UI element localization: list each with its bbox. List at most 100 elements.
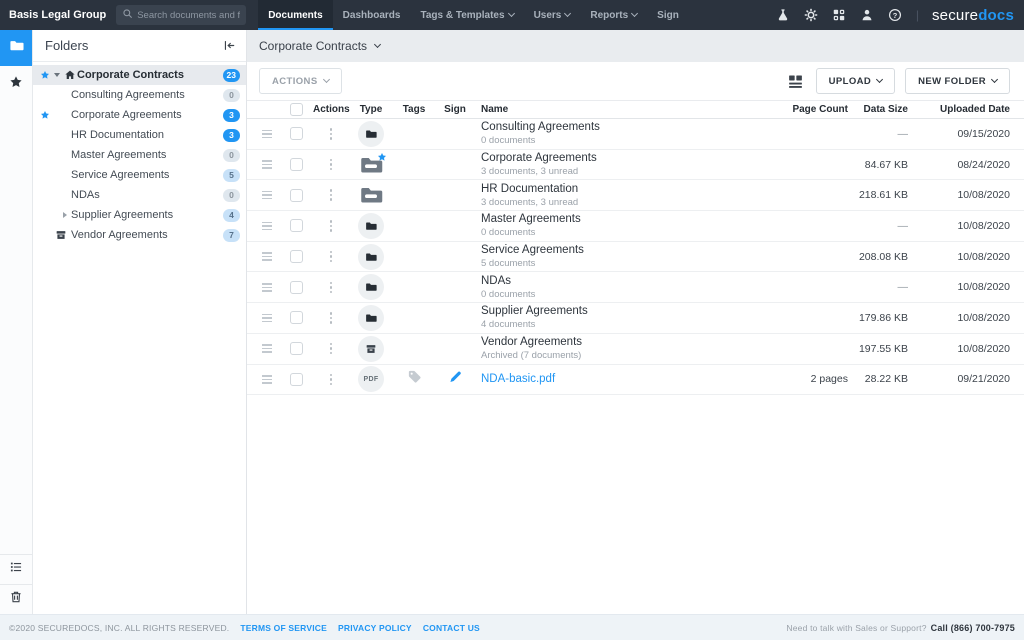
nav-item-documents[interactable]: Documents [258, 0, 332, 30]
sign-pen-icon[interactable] [448, 369, 463, 389]
caret-down-icon[interactable] [51, 73, 62, 77]
chevron-down-icon [374, 41, 381, 48]
row-actions-menu-icon[interactable] [327, 309, 336, 327]
row-subtitle: 5 documents [481, 258, 758, 269]
upload-button[interactable]: UPLOAD [816, 68, 896, 94]
trash-icon [9, 590, 23, 609]
table-row: Master Agreements0 documents—10/08/2020 [247, 211, 1024, 242]
nav-item-sign[interactable]: Sign [647, 0, 689, 30]
breadcrumb[interactable]: Corporate Contracts [247, 30, 1024, 62]
folder-tree: Corporate Contracts23Consulting Agreemen… [33, 62, 246, 245]
folder-tree-item[interactable]: Supplier Agreements4 [33, 205, 246, 225]
row-checkbox[interactable] [290, 311, 303, 324]
row-actions-menu-icon[interactable] [327, 279, 336, 297]
folder-tree-item[interactable]: Vendor Agreements7 [33, 225, 246, 245]
drag-handle-icon[interactable] [262, 222, 272, 231]
row-data-size: 208.08 KB [848, 251, 908, 263]
column-header-tags: Tags [393, 104, 435, 115]
archive-icon [358, 336, 384, 362]
drag-handle-icon[interactable] [262, 344, 272, 353]
star-icon [39, 70, 51, 80]
row-uploaded-date: 08/24/2020 [908, 159, 1010, 171]
folder-tree-item[interactable]: Master Agreements0 [33, 145, 246, 165]
help-icon[interactable]: ? [888, 8, 903, 23]
table-row: HR Documentation3 documents, 3 unread218… [247, 180, 1024, 211]
row-checkbox[interactable] [290, 373, 303, 386]
footer-link[interactable]: TERMS OF SERVICE [240, 623, 327, 633]
support-prompt: Need to talk with Sales or Support? [786, 623, 926, 633]
caret-right-icon[interactable] [51, 212, 71, 218]
row-checkbox[interactable] [290, 158, 303, 171]
nav-item-label: Documents [268, 10, 322, 21]
nav-item-users[interactable]: Users [524, 0, 581, 30]
drag-handle-icon[interactable] [262, 252, 272, 261]
rail-trash-button[interactable] [0, 584, 32, 614]
row-actions-menu-icon[interactable] [327, 156, 336, 174]
column-header-type: Type [349, 104, 393, 115]
nav-item-dashboards[interactable]: Dashboards [333, 0, 411, 30]
column-header-uploaded-date: Uploaded Date [908, 104, 1010, 115]
star-icon [9, 75, 23, 94]
column-header-data-size: Data Size [848, 104, 908, 115]
footer-link[interactable]: PRIVACY POLICY [338, 623, 412, 633]
nav-item-tags-templates[interactable]: Tags & Templates [410, 0, 523, 30]
row-checkbox[interactable] [290, 250, 303, 263]
nav-item-label: Reports [590, 10, 628, 21]
row-uploaded-date: 09/21/2020 [908, 373, 1010, 385]
new-folder-button[interactable]: NEW FOLDER [905, 68, 1010, 94]
folders-panel-title: Folders [45, 38, 88, 53]
drag-handle-icon[interactable] [262, 160, 272, 169]
row-actions-menu-icon[interactable] [327, 125, 336, 143]
lab-flask-icon[interactable] [776, 8, 791, 23]
search-input[interactable] [137, 10, 240, 21]
rail-folders-button[interactable] [0, 30, 32, 66]
user-icon[interactable] [860, 8, 875, 23]
nav-item-reports[interactable]: Reports [580, 0, 647, 30]
column-header-sign: Sign [435, 104, 475, 115]
drag-handle-icon[interactable] [262, 130, 272, 139]
global-search[interactable] [116, 5, 246, 25]
row-actions-menu-icon[interactable] [327, 248, 336, 266]
folder-tree-item[interactable]: Consulting Agreements0 [33, 85, 246, 105]
collapse-panel-icon[interactable] [223, 39, 236, 52]
folder-tree-item[interactable]: Corporate Contracts23 [33, 65, 246, 85]
column-header-page-count: Page Count [758, 104, 848, 115]
drag-handle-icon[interactable] [262, 283, 272, 292]
card-list-view-icon[interactable] [786, 71, 806, 91]
folder-tree-item[interactable]: NDAs0 [33, 185, 246, 205]
row-name: Vendor Agreements [481, 336, 758, 348]
row-uploaded-date: 10/08/2020 [908, 343, 1010, 355]
drag-handle-icon[interactable] [262, 375, 272, 384]
table-row: Consulting Agreements0 documents—09/15/2… [247, 119, 1024, 150]
row-actions-menu-icon[interactable] [327, 340, 336, 358]
gear-icon[interactable] [804, 8, 819, 23]
row-checkbox[interactable] [290, 342, 303, 355]
apps-grid-icon[interactable] [832, 8, 847, 23]
rail-bottom-group [0, 554, 32, 614]
folder-count-badge: 5 [223, 169, 240, 182]
rail-starred-button[interactable] [0, 66, 32, 102]
select-all-checkbox[interactable] [290, 103, 303, 116]
row-checkbox[interactable] [290, 281, 303, 294]
row-actions-menu-icon[interactable] [327, 217, 336, 235]
row-actions-menu-icon[interactable] [327, 371, 336, 389]
folder-tree-item[interactable]: Service Agreements5 [33, 165, 246, 185]
drag-handle-icon[interactable] [262, 314, 272, 323]
row-checkbox[interactable] [290, 189, 303, 202]
search-icon [122, 6, 133, 24]
drag-handle-icon[interactable] [262, 191, 272, 200]
folder-tree-item[interactable]: Corporate Agreements3 [33, 105, 246, 125]
footer-link[interactable]: CONTACT US [423, 623, 480, 633]
row-actions-menu-icon[interactable] [327, 186, 336, 204]
row-name: NDAs [481, 275, 758, 287]
rail-audit-log-button[interactable] [0, 554, 32, 584]
table-header-row: Actions Type Tags Sign Name Page Count D… [247, 100, 1024, 119]
folder-tree-item[interactable]: HR Documentation3 [33, 125, 246, 145]
row-name: Supplier Agreements [481, 305, 758, 317]
table-row: PDFNDA-basic.pdf2 pages28.22 KB09/21/202… [247, 365, 1024, 396]
row-checkbox[interactable] [290, 219, 303, 232]
row-name[interactable]: NDA-basic.pdf [481, 373, 758, 385]
star-icon [377, 149, 387, 167]
row-checkbox[interactable] [290, 127, 303, 140]
actions-button[interactable]: ACTIONS [259, 68, 342, 94]
